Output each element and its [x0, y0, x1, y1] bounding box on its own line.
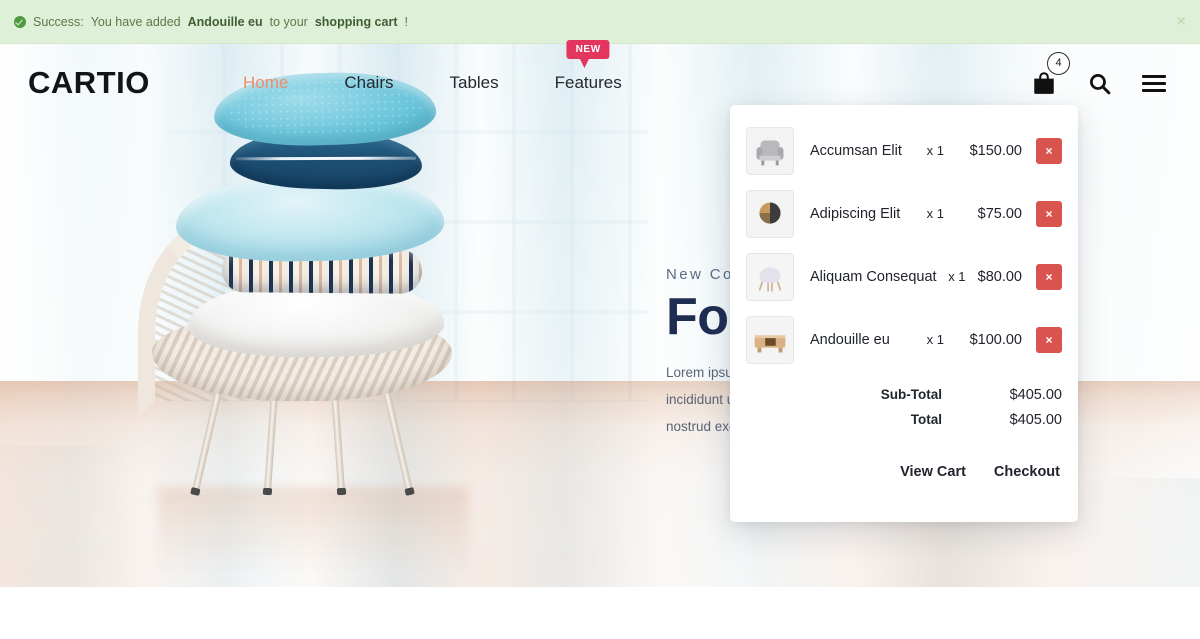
subtotal-label: Sub-Total: [880, 387, 942, 402]
menu-button[interactable]: [1142, 74, 1166, 92]
view-cart-link[interactable]: View Cart: [900, 464, 966, 480]
hamburger-menu-icon: [1142, 81, 1166, 85]
nav-item-features[interactable]: NEW Features: [527, 40, 650, 93]
subtotal-value: $405.00: [1009, 387, 1062, 403]
cart-dropdown-panel: Accumsan Elit x 1 $150.00 × Adipiscing E…: [730, 105, 1078, 522]
hamburger-menu-icon: [1142, 88, 1166, 92]
subtotal-row: Sub-Total $405.00: [746, 387, 1062, 403]
cart-item-name: Adipiscing Elit: [810, 205, 901, 222]
cart-item-row[interactable]: Accumsan Elit x 1 $150.00 ×: [746, 119, 1062, 182]
remove-item-button[interactable]: ×: [1036, 263, 1062, 290]
nav-item-tables[interactable]: Tables: [421, 73, 526, 93]
cart-item-name: Accumsan Elit: [810, 142, 902, 159]
cart-item-price: $100.00: [969, 331, 1022, 348]
floor-reflection: [158, 487, 468, 573]
nav-item-home[interactable]: Home: [215, 73, 316, 93]
alert-middle: You have added: [90, 14, 181, 29]
total-label: Total: [910, 412, 942, 427]
remove-item-button[interactable]: ×: [1036, 137, 1062, 164]
nav-label: Home: [243, 73, 289, 92]
cart-actions: View Cart Checkout: [746, 464, 1062, 480]
wooden-table-icon: [747, 316, 793, 363]
cart-count-badge: 4: [1047, 52, 1070, 75]
hamburger-menu-icon: [1142, 74, 1166, 78]
main-navigation: Home Chairs Tables NEW Features: [215, 40, 650, 93]
pillow-chair-photo: [118, 67, 538, 587]
alert-close-button[interactable]: ×: [1177, 13, 1186, 30]
armchair-icon: [747, 127, 793, 174]
new-badge: NEW: [566, 40, 610, 59]
remove-item-button[interactable]: ×: [1036, 200, 1062, 227]
nav-label: Features: [554, 73, 622, 92]
header-actions: 4: [1031, 52, 1166, 96]
site-logo[interactable]: CARTIO: [28, 65, 150, 101]
total-row: Total $405.00: [746, 412, 1062, 428]
nav-item-chairs[interactable]: Chairs: [316, 73, 421, 93]
success-alert: Success: You have added Andouille eu to …: [0, 0, 1200, 44]
cart-item-price: $150.00: [969, 142, 1022, 159]
alert-end: !: [404, 14, 408, 29]
cart-item-qty: x 1: [926, 143, 944, 158]
nav-label: Tables: [449, 73, 499, 92]
cart-item-qty: x 1: [948, 269, 966, 284]
alert-prefix: Success:: [33, 14, 84, 29]
cart-item-row[interactable]: Adipiscing Elit x 1 $75.00 ×: [746, 182, 1062, 245]
cart-button[interactable]: 4: [1031, 52, 1070, 96]
cart-item-qty: x 1: [926, 332, 944, 347]
alert-message: Success: You have added Andouille eu to …: [0, 15, 408, 29]
check-circle-icon: [14, 15, 26, 28]
wooden-table-thumbnail: [746, 315, 794, 364]
total-value: $405.00: [1009, 412, 1062, 428]
cart-item-price: $75.00: [977, 205, 1022, 222]
alert-product-name: Andouille eu: [187, 14, 263, 29]
alert-cart-link[interactable]: shopping cart: [315, 15, 398, 29]
remove-item-button[interactable]: ×: [1036, 326, 1062, 353]
cart-item-qty: x 1: [926, 206, 944, 221]
checkout-link[interactable]: Checkout: [994, 464, 1060, 480]
white-chair-thumbnail: [746, 252, 794, 301]
round-chair-icon: [747, 190, 793, 237]
alert-suffix: to your: [269, 14, 308, 29]
armchair-thumbnail: [746, 126, 794, 175]
cart-item-price: $80.00: [977, 268, 1022, 285]
search-icon: [1090, 73, 1111, 94]
cart-item-row[interactable]: Aliquam Consequat x 1 $80.00 ×: [746, 245, 1062, 308]
cart-item-name: Aliquam Consequat: [810, 268, 937, 285]
round-chair-thumbnail: [746, 189, 794, 238]
cart-item-name: Andouille eu: [810, 331, 890, 348]
nav-label: Chairs: [344, 73, 394, 92]
cart-item-row[interactable]: Andouille eu x 1 $100.00 ×: [746, 308, 1062, 371]
cart-totals: Sub-Total $405.00 Total $405.00: [746, 387, 1062, 428]
search-button[interactable]: [1087, 71, 1112, 96]
white-chair-icon: [747, 253, 793, 300]
